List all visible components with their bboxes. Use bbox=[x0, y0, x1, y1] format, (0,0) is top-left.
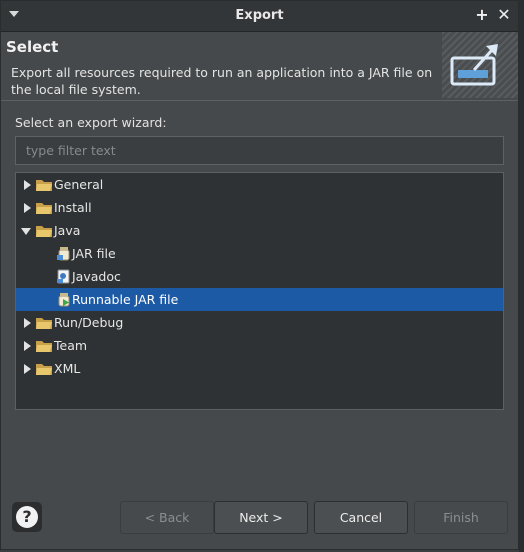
finish-button[interactable]: Finish bbox=[414, 501, 508, 534]
expand-arrow-icon[interactable] bbox=[24, 203, 31, 213]
folder-icon bbox=[36, 318, 52, 329]
jar-icon bbox=[57, 247, 70, 261]
folder-icon bbox=[36, 364, 52, 375]
expand-arrow-icon[interactable] bbox=[24, 180, 31, 190]
tree-item-label: Install bbox=[54, 200, 92, 215]
wizard-header: Select Export all resources required to … bbox=[1, 32, 518, 100]
folder-icon bbox=[36, 203, 52, 214]
tree-item-label: Javadoc bbox=[72, 269, 121, 284]
runnable-jar-icon bbox=[58, 293, 70, 307]
tree-item-label: JAR file bbox=[72, 246, 116, 261]
tree-item-label: General bbox=[54, 177, 104, 192]
folder-open-icon bbox=[36, 226, 52, 237]
collapse-arrow-icon[interactable] bbox=[21, 228, 31, 235]
tree-item-runnable-jar-file[interactable]: Runnable JAR file bbox=[16, 288, 503, 311]
tree-item-install[interactable]: Install bbox=[16, 196, 503, 219]
tree-item-label: Team bbox=[54, 338, 88, 353]
tree-item-label: Runnable JAR file bbox=[72, 292, 179, 307]
tree-item-label: Java bbox=[54, 223, 81, 238]
tree-item-jar-file[interactable]: JAR file bbox=[16, 242, 503, 265]
next-button[interactable]: Next > bbox=[214, 501, 308, 534]
wizard-label: Select an export wizard: bbox=[15, 115, 167, 130]
window-title: Export bbox=[235, 8, 284, 23]
tree-item-label: Run/Debug bbox=[54, 315, 124, 330]
expand-arrow-icon[interactable] bbox=[24, 318, 31, 328]
tree-item-run-debug[interactable]: Run/Debug bbox=[16, 311, 503, 334]
wizard-tree[interactable]: General Install Java JAR file Javadoc Ru… bbox=[15, 172, 504, 410]
help-button[interactable]: ? bbox=[12, 502, 42, 532]
maximize-icon[interactable]: + bbox=[473, 6, 491, 24]
tree-item-javadoc[interactable]: Javadoc bbox=[16, 265, 503, 288]
close-icon[interactable]: ✕ bbox=[495, 6, 513, 24]
export-banner-icon bbox=[442, 32, 518, 98]
title-bar: Export + ✕ bbox=[1, 1, 518, 32]
back-button[interactable]: < Back bbox=[120, 501, 214, 534]
tree-item-xml[interactable]: XML bbox=[16, 357, 503, 380]
page-title: Select bbox=[6, 38, 59, 56]
expand-arrow-icon[interactable] bbox=[24, 364, 31, 374]
window-edge bbox=[519, 0, 524, 552]
cancel-button[interactable]: Cancel bbox=[314, 501, 408, 534]
help-icon: ? bbox=[16, 506, 38, 528]
javadoc-icon bbox=[57, 269, 70, 284]
export-dialog: Export + ✕ Select Export all resources r… bbox=[0, 0, 519, 550]
tree-item-team[interactable]: Team bbox=[16, 334, 503, 357]
filter-input[interactable] bbox=[15, 136, 504, 165]
header-separator bbox=[1, 100, 518, 101]
folder-icon bbox=[36, 341, 52, 352]
page-description: Export all resources required to run an … bbox=[11, 65, 433, 97]
expand-arrow-icon[interactable] bbox=[24, 341, 31, 351]
folder-icon bbox=[36, 180, 52, 191]
tree-item-general[interactable]: General bbox=[16, 173, 503, 196]
tree-item-label: XML bbox=[54, 361, 81, 376]
tree-item-java[interactable]: Java bbox=[16, 219, 503, 242]
